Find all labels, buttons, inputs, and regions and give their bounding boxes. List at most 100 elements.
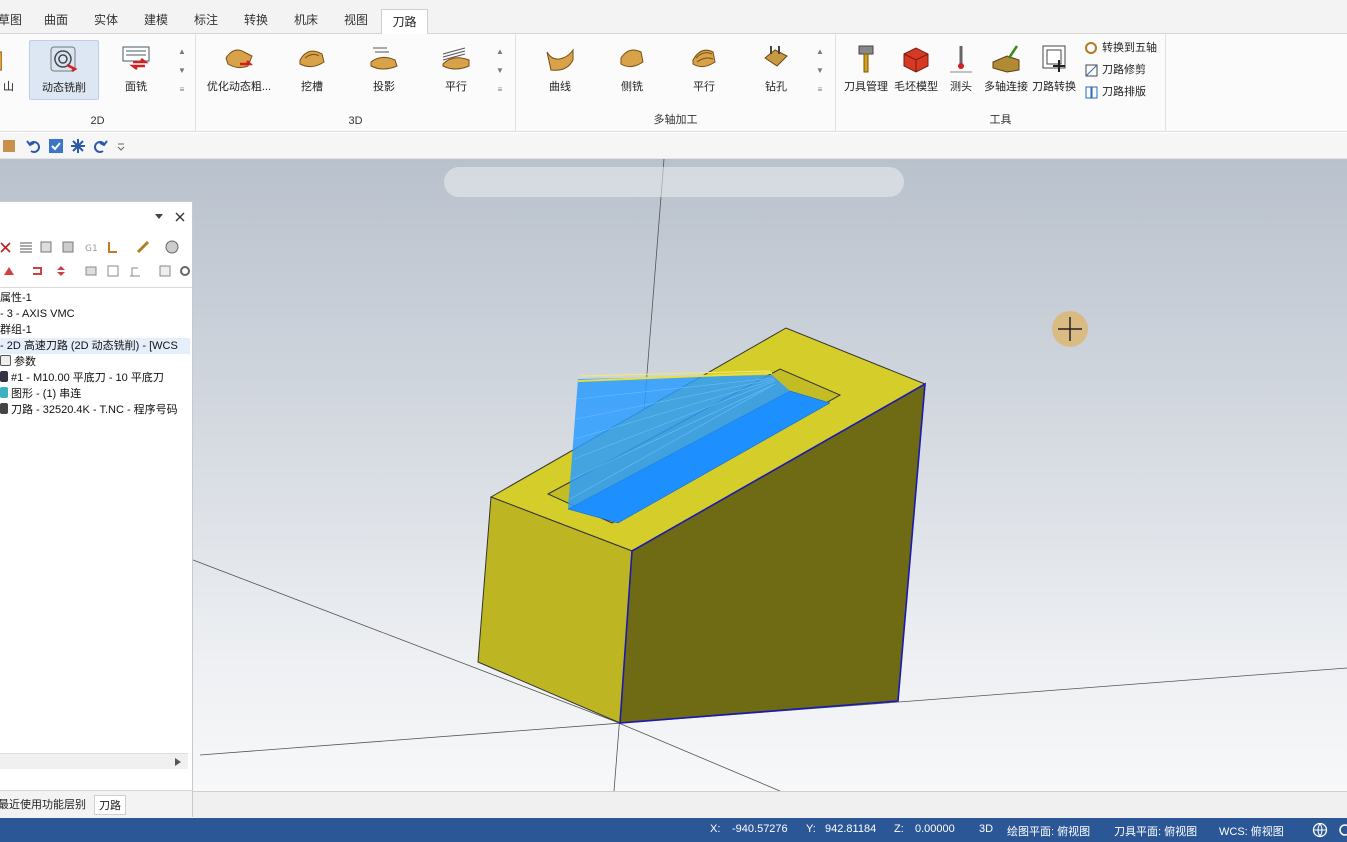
insert-arrow-icon[interactable] [30,264,44,278]
tree-item-label: - 3 - AXIS VMC [0,308,75,320]
toolpath-trim-icon [1085,64,1098,77]
tree-item-label: 群组-1 [0,324,32,336]
tree-item-properties[interactable]: 属性-1 [0,290,32,306]
z-label: Z: [894,823,904,835]
panel-menu-icon[interactable] [154,213,164,221]
toolpath-nesting-button[interactable]: 刀路排版 [1082,82,1146,102]
tool-manager-button[interactable]: 刀具管理 [840,40,892,100]
probe-button[interactable]: 测头 [938,40,984,100]
drill-button[interactable]: 钻孔 [744,40,808,100]
tab-recent-functions[interactable]: 最近使用功能 [0,795,68,815]
convert-5axis-button[interactable]: 转换到五轴 [1082,38,1157,58]
parallel-3d-button[interactable]: 平行 [424,40,488,100]
select-all-ops-icon[interactable] [19,240,33,254]
tab-transform[interactable]: 转换 [240,8,272,34]
regen-dirty-icon[interactable] [62,240,76,254]
curve-label: 曲线 [549,81,571,93]
redo-icon[interactable] [92,138,108,154]
tree-item-label: - 2D 高速刀路 (2D 动态铣削) - [WCS [0,340,178,352]
tab-levels[interactable]: 层别 [60,795,90,815]
ribbon-tab-bar: 草图 曲面 实体 建模 标注 转换 机床 视图 刀路 [0,0,1347,35]
view-mini-toolbar[interactable] [444,167,904,197]
curve-button[interactable]: 曲线 [528,40,592,100]
multiaxis-link-label: 多轴连接 [984,81,1028,93]
undo-icon[interactable] [26,138,42,154]
tool-plane-selector[interactable]: 刀具平面: 俯视图 [1114,823,1197,839]
gallery-scroll-multiaxis[interactable]: ▲ ▼ ≡ [814,42,826,100]
pocket-button[interactable]: 挖槽 [280,40,344,100]
help-icon[interactable] [165,240,179,254]
toolpath-nesting-icon [1085,86,1098,99]
tab-machine[interactable]: 机床 [290,8,322,34]
tab-sketch[interactable]: 草图 [0,8,26,34]
probe-label: 测头 [950,81,972,93]
select-all-icon[interactable] [48,138,64,154]
verify-icon[interactable] [106,240,120,254]
x-coordinate: -940.57276 [732,823,788,835]
view-mode-toggle[interactable]: 3D [979,823,993,835]
parallel-multiaxis-button[interactable]: 平行 [672,40,736,100]
optimized-rough-label: 优化动态粗... [206,81,272,93]
tree-horizontal-scrollbar[interactable] [0,753,188,769]
toolpath-nesting-label: 刀路排版 [1102,86,1146,98]
tree-item-group[interactable]: 群组-1 [0,322,32,338]
dynamic-mill-button[interactable]: 动态铣削 [29,40,99,100]
toolpath-transform-button[interactable]: 刀路转换 [1030,40,1078,100]
options-icon[interactable] [178,264,192,278]
gallery-scroll-2d[interactable]: ▲ ▼ ≡ [176,42,188,100]
parameters-icon [0,355,11,366]
project-label: 投影 [373,81,395,93]
tree-item-label: 属性-1 [0,292,32,304]
move-down-icon[interactable] [54,264,68,278]
tree-item-geometry[interactable]: 图形 - (1) 串连 [0,386,81,402]
toggle-post-icon[interactable] [128,264,142,278]
delete-icon[interactable] [0,240,14,254]
tab-view[interactable]: 视图 [340,8,372,34]
backplot-icon[interactable]: G1 [84,240,98,254]
settings-icon[interactable] [1337,822,1347,838]
tree-item-machine[interactable]: - 3 - AXIS VMC [0,306,75,322]
customize-qat-icon[interactable] [116,138,126,154]
tab-annotate[interactable]: 标注 [190,8,222,34]
gallery-scroll-3d[interactable]: ▲ ▼ ≡ [494,42,506,100]
expand-icon[interactable] [158,264,172,278]
part-model-canvas[interactable] [0,159,1347,791]
regen-icon[interactable] [40,240,54,254]
tree-item-parameters[interactable]: 参数 [0,354,36,370]
toolpath-trim-label: 刀路修剪 [1102,64,1146,76]
multiaxis-link-button[interactable]: 多轴连接 [980,40,1032,100]
stock-model-button[interactable]: 毛坯模型 [890,40,942,100]
draw-plane-selector[interactable]: 绘图平面: 俯视图 [1007,823,1090,839]
close-icon[interactable] [175,212,185,222]
tab-modeling[interactable]: 建模 [140,8,172,34]
graphics-viewport[interactable] [0,159,1347,791]
tab-toolpaths-manager[interactable]: 刀路 [94,795,126,815]
wcs-selector[interactable]: WCS: 俯视图 [1219,823,1284,839]
tab-surface[interactable]: 曲面 [40,8,72,34]
tree-item-tool[interactable]: #1 - M10.00 平底刀 - 10 平底刀 [0,370,164,386]
optimized-rough-button[interactable]: 优化动态粗... [204,40,274,100]
face-mill-button[interactable]: 面铣 [104,40,168,100]
tree-item-operation[interactable]: - 2D 高速刀路 (2D 动态铣削) - [WCS [0,338,190,354]
toggle-display-icon[interactable] [106,264,120,278]
lock-icon[interactable] [84,264,98,278]
swarf-button[interactable]: 侧铣 [600,40,664,100]
move-up-icon[interactable] [2,264,16,278]
save-icon[interactable] [2,138,18,154]
tool-icon [0,371,8,382]
tree-item-toolpath[interactable]: 刀路 - 32520.4K - T.NC - 程序号码 [0,402,178,418]
status-bar: X: -940.57276 Y: 942.81184 Z: 0.00000 3D… [0,818,1347,842]
ribbon-button-2d-partial[interactable]: 山 [0,40,14,100]
y-coordinate: 942.81184 [825,823,877,835]
scroll-right-icon[interactable] [174,757,182,767]
panel-toolbar: G1 [0,232,192,288]
snap-icon[interactable] [70,138,86,154]
post-icon[interactable] [136,240,150,254]
tab-toolpaths[interactable]: 刀路 [381,9,428,35]
toolpath-trim-button[interactable]: 刀路修剪 [1082,60,1146,80]
project-icon [370,47,398,70]
tab-solid[interactable]: 实体 [90,8,122,34]
ribbon-group-3d: 优化动态粗... 挖槽 投影 平行 ▲ ▼ ≡ 3D [196,34,516,132]
project-button[interactable]: 投影 [352,40,416,100]
globe-icon[interactable] [1312,822,1328,838]
